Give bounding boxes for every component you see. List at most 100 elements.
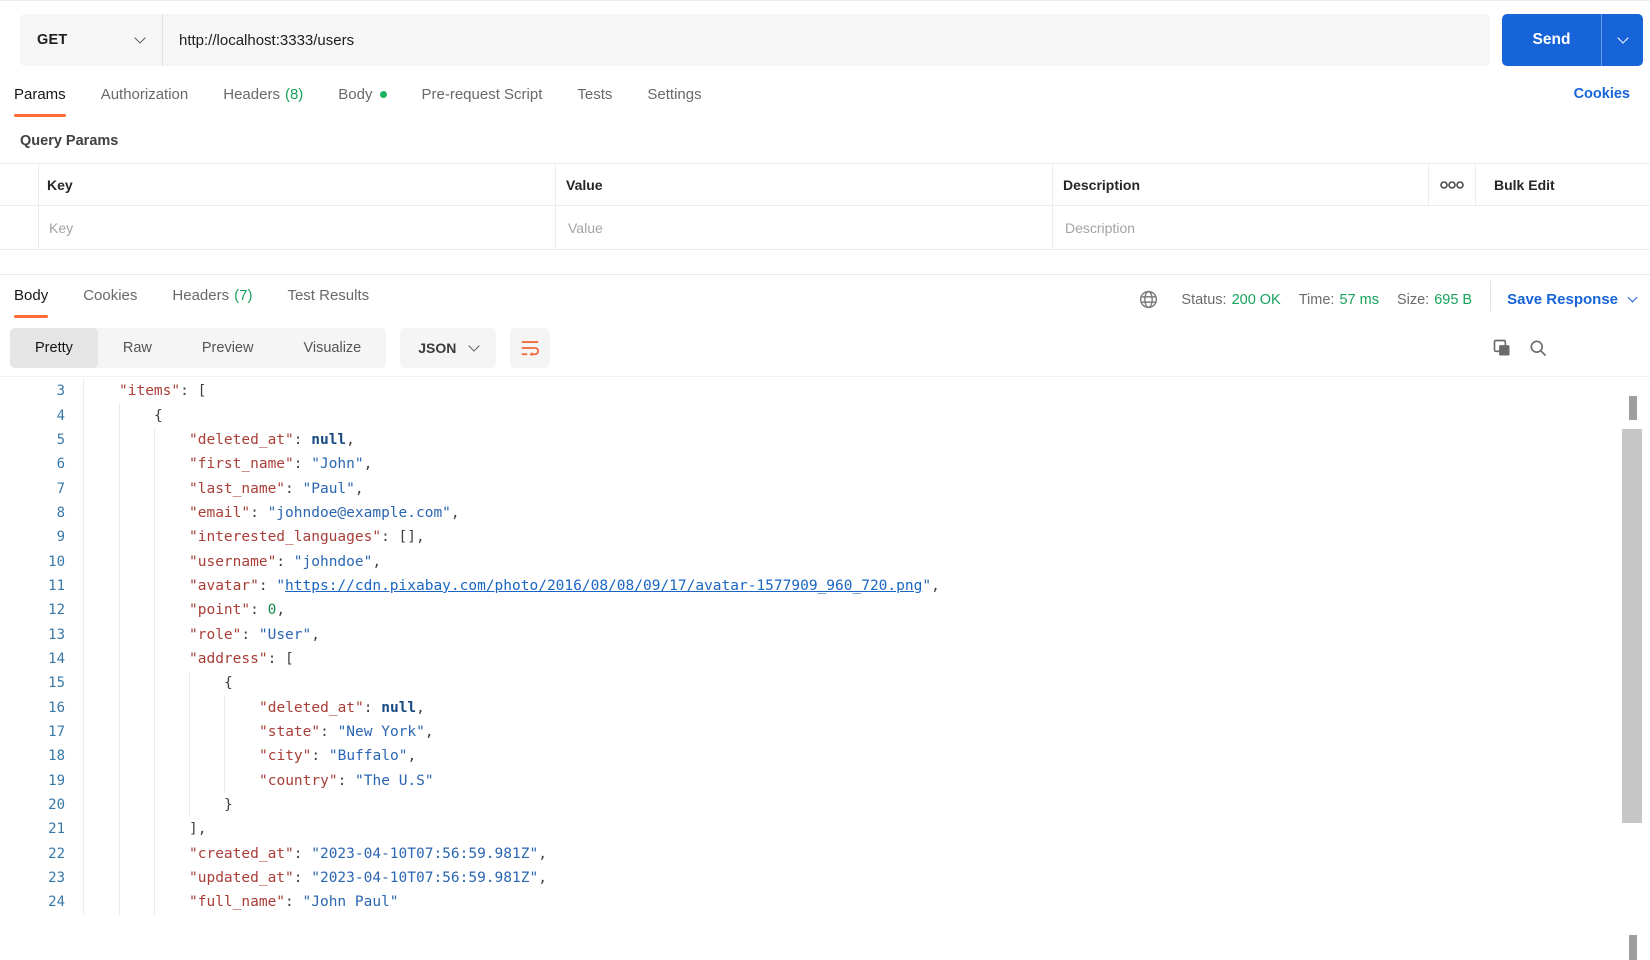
param-key-input[interactable] (47, 218, 555, 237)
code-token: null (381, 699, 417, 716)
tab-label: Headers (172, 287, 230, 304)
indent-guide (84, 622, 119, 646)
view-mode-raw[interactable]: Raw (98, 328, 177, 368)
indent-guide (189, 792, 224, 818)
code-token: null (311, 431, 347, 448)
code-token: : (320, 723, 338, 740)
copy-button[interactable] (1492, 338, 1512, 358)
api-client-app: GET Send Params Authorization Headers(8) Bo… (0, 0, 1650, 960)
save-response-label: Save Response (1507, 291, 1618, 308)
indent-guide (119, 719, 154, 745)
view-mode-visualize[interactable]: Visualize (278, 328, 386, 368)
indent-guide (84, 403, 119, 427)
send-button[interactable]: Send (1502, 14, 1601, 66)
code-token: "John" (311, 456, 364, 473)
more-options-icon (1440, 180, 1464, 189)
code-token: : (285, 480, 303, 497)
line-number: 12 (48, 602, 65, 619)
text-wrap-button[interactable] (510, 328, 551, 368)
indent-guide (154, 622, 189, 647)
view-mode-pretty[interactable]: Pretty (10, 328, 98, 368)
search-button[interactable] (1528, 338, 1548, 358)
param-input-row (0, 206, 1650, 250)
request-tabs-row: Params Authorization Headers (8) Body Pre-req… (0, 66, 1650, 117)
tab-authorization[interactable]: Authorization (101, 86, 189, 117)
indent-guide (84, 842, 119, 866)
indent-guide (119, 841, 154, 866)
code-token: : (293, 431, 312, 448)
url-input[interactable] (163, 14, 1490, 66)
code-line: 22 "created_at": "2023-04-10T07:56:59.981… (0, 841, 1650, 866)
indent-guide (84, 428, 119, 452)
page-scrollbar-thumb-top[interactable] (1629, 396, 1637, 420)
code-scrollbar-thumb[interactable] (1622, 429, 1642, 823)
response-tabs: Body Cookies Headers (7) Test Results (14, 287, 404, 318)
indent-guide (119, 452, 154, 477)
tab-params[interactable]: Params (14, 86, 66, 117)
indent-guide (119, 476, 154, 501)
cookies-link[interactable]: Cookies (1574, 86, 1630, 102)
copy-icon (1493, 339, 1510, 356)
code-token: : (293, 456, 312, 473)
tab-label: Tests (577, 86, 613, 103)
tab-headers[interactable]: Headers (8) (223, 86, 303, 117)
page-scrollbar-thumb-bottom[interactable] (1629, 935, 1637, 960)
tab-cookies[interactable]: Cookies (83, 287, 137, 318)
code-token: : (250, 602, 268, 619)
tab-settings[interactable]: Settings (647, 86, 701, 117)
param-value-input[interactable] (566, 218, 1052, 237)
param-description-input[interactable] (1063, 218, 1650, 237)
line-number: 21 (48, 821, 65, 838)
url-box: GET (20, 14, 1490, 66)
send-options-button[interactable] (1601, 14, 1643, 66)
tab-tests[interactable]: Tests (577, 86, 612, 117)
code-token: , (372, 553, 382, 570)
indent-guide (84, 671, 119, 695)
more-options-icon[interactable] (1429, 164, 1476, 205)
key-column-header: Key (39, 164, 556, 205)
indent-guide (154, 671, 189, 696)
format-selector[interactable]: JSON (400, 328, 497, 368)
code-token: : (337, 772, 356, 789)
size-label: Size: (1396, 291, 1430, 308)
response-toolbar: Pretty Raw Preview Visualize JSON (10, 328, 1640, 368)
code-token: "New York" (337, 723, 425, 740)
tab-test-results[interactable]: Test Results (287, 287, 369, 318)
code-line: 10 "username": "johndoe", (0, 549, 1650, 574)
indent-guide (154, 719, 189, 745)
code-token: , (538, 870, 547, 887)
bulk-edit-button[interactable]: Bulk Edit (1476, 164, 1650, 205)
code-token: "John Paul" (302, 894, 399, 911)
code-token: "email" (189, 504, 251, 521)
code-line: 17 "state": "New York", (0, 719, 1650, 745)
vertical-divider (1490, 281, 1492, 311)
avatar-url-link[interactable]: https://cdn.pixabay.com/photo/2016/08/08… (285, 578, 922, 594)
line-number: 22 (48, 845, 65, 862)
indent-guide (119, 865, 154, 891)
indent-guide (119, 890, 154, 915)
indent-guide (84, 647, 119, 671)
tab-headers[interactable]: Headers (7) (172, 287, 252, 318)
line-number: 20 (48, 797, 65, 814)
indent-guide (154, 598, 189, 623)
code-token: "last_name" (189, 480, 286, 497)
indent-guide (119, 573, 154, 599)
line-number: 5 (56, 431, 65, 448)
view-mode-preview[interactable]: Preview (177, 328, 279, 368)
code-token: , (538, 845, 547, 862)
globe-icon (1138, 289, 1159, 310)
method-selector[interactable]: GET (20, 14, 163, 66)
indent-guide (154, 768, 189, 793)
tab-label: Headers (223, 86, 280, 103)
line-number: 23 (48, 870, 65, 887)
code-token: : (363, 699, 382, 716)
code-token: "role" (189, 626, 242, 643)
tab-body[interactable]: Body (338, 86, 387, 117)
tab-body[interactable]: Body (14, 287, 49, 318)
save-response-button[interactable]: Save Response (1507, 291, 1638, 308)
tab-label: Params (14, 86, 66, 103)
line-number: 13 (48, 626, 65, 643)
code-token: "johndoe" (293, 553, 373, 570)
tab-pre-request-script[interactable]: Pre-request Script (422, 86, 543, 117)
indent-guide (84, 720, 119, 744)
